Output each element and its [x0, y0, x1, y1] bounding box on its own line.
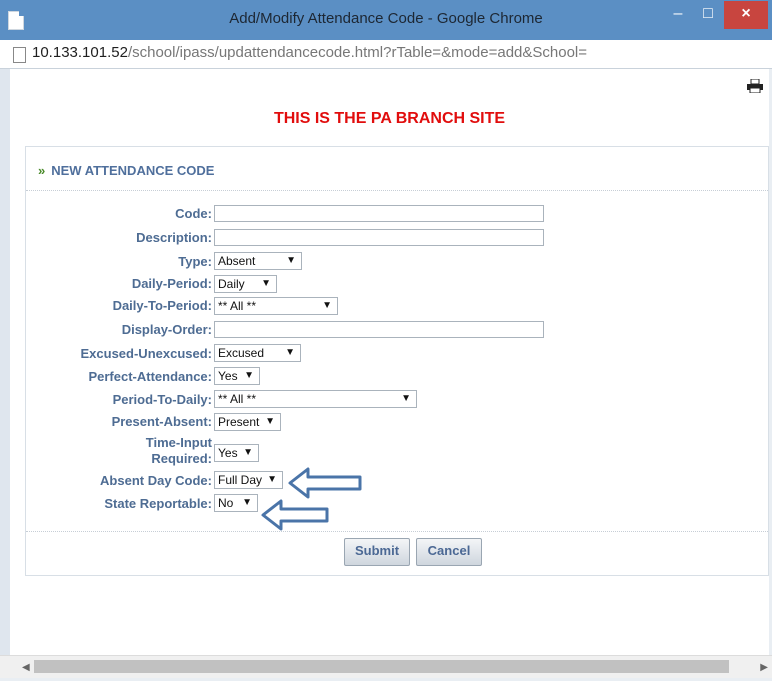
type-value: Absent — [218, 254, 256, 268]
daily-period-label: Daily-Period: — [131, 276, 212, 291]
description-label: Description: — [136, 230, 212, 245]
perfect-attendance-value: Yes — [218, 369, 238, 383]
daily-to-period-value: ** All ** — [218, 299, 257, 313]
address-bar[interactable]: 10.133.101.52/school/ipass/updattendance… — [0, 40, 772, 69]
page-icon — [13, 47, 26, 63]
chevron-down-icon: ▼ — [261, 278, 271, 289]
type-select[interactable]: Absent ▼ — [214, 252, 302, 270]
page-viewport: THIS IS THE PA BRANCH SITE » NEW ATTENDAN… — [10, 69, 769, 655]
window-title: Add/Modify Attendance Code - Google Chro… — [229, 10, 543, 27]
daily-to-period-select[interactable]: ** All ** ▼ — [214, 297, 338, 315]
perfect-attendance-select[interactable]: Yes ▼ — [214, 367, 260, 385]
url-path: /school/ipass/updattendancecode.html?rTa… — [127, 44, 588, 61]
site-banner: THIS IS THE PA BRANCH SITE — [273, 110, 506, 127]
present-absent-value: Present — [218, 415, 260, 429]
period-to-daily-label: Period-To-Daily: — [112, 392, 212, 407]
code-label: Code: — [175, 206, 212, 221]
horizontal-scrollbar[interactable]: ◀ ▶ — [0, 655, 772, 678]
time-input-required-value: Yes — [218, 446, 238, 460]
chevron-down-icon: ▼ — [242, 497, 252, 508]
excused-unexcused-label: Excused-Unexcused: — [80, 346, 213, 361]
time-input-required-select[interactable]: Yes ▼ — [214, 444, 259, 462]
scrollbar-thumb[interactable] — [34, 660, 729, 673]
present-absent-label: Present-Absent: — [111, 414, 212, 429]
excused-unexcused-select[interactable]: Excused ▼ — [214, 344, 301, 362]
maximize-button[interactable]: □ — [694, 1, 722, 29]
chevron-down-icon: ▼ — [322, 300, 332, 311]
chevron-down-icon: ▼ — [243, 447, 253, 458]
time-input-required-label: Time-Input Required: — [26, 435, 212, 467]
type-label: Type: — [178, 254, 212, 269]
excused-unexcused-value: Excused — [218, 346, 265, 360]
close-button[interactable]: × — [724, 1, 768, 29]
display-order-input[interactable] — [214, 321, 544, 338]
submit-button[interactable]: Submit — [344, 538, 410, 566]
present-absent-select[interactable]: Present ▼ — [214, 413, 281, 431]
url-text[interactable]: 10.133.101.52/school/ipass/updattendance… — [32, 44, 587, 61]
description-input[interactable] — [214, 229, 544, 246]
chevron-down-icon: ▼ — [286, 255, 296, 266]
chevron-down-icon: ▼ — [401, 393, 411, 404]
chevron-down-icon: ▼ — [285, 347, 295, 358]
annotation-arrow-absent-day-code — [288, 467, 362, 499]
daily-period-value: Daily — [218, 277, 245, 291]
time-input-label-line1: Time-Input — [145, 435, 212, 450]
print-icon[interactable] — [747, 79, 763, 93]
daily-period-select[interactable]: Daily ▼ — [214, 275, 277, 293]
double-chevron-icon: » — [38, 163, 46, 178]
url-host: 10.133.101.52 — [32, 44, 128, 61]
minimize-button[interactable]: ‒ — [664, 1, 692, 29]
period-to-daily-select[interactable]: ** All ** ▼ — [214, 390, 417, 408]
cancel-button[interactable]: Cancel — [416, 538, 482, 566]
period-to-daily-value: ** All ** — [218, 392, 257, 406]
daily-to-period-label: Daily-To-Period: — [112, 298, 212, 313]
chevron-down-icon: ▼ — [244, 370, 254, 381]
display-order-label: Display-Order: — [121, 322, 212, 337]
annotation-arrow-state-reportable — [261, 499, 329, 531]
absent-day-code-select[interactable]: Full Day ▼ — [214, 471, 283, 489]
scroll-left-arrow-icon[interactable]: ◀ — [22, 662, 30, 673]
time-input-label-line2: Required: — [151, 451, 212, 466]
panel-title: » NEW ATTENDANCE CODE — [38, 163, 214, 178]
state-reportable-label: State Reportable: — [104, 496, 212, 511]
absent-day-code-value: Full Day — [218, 473, 263, 487]
code-input[interactable] — [214, 205, 544, 222]
perfect-attendance-label: Perfect-Attendance: — [88, 369, 212, 384]
state-reportable-select[interactable]: No ▼ — [214, 494, 258, 512]
attendance-code-panel: » NEW ATTENDANCE CODE Code: Description: … — [25, 146, 769, 576]
chevron-down-icon: ▼ — [267, 474, 277, 485]
state-reportable-value: No — [218, 496, 234, 510]
panel-title-text: NEW ATTENDANCE CODE — [51, 163, 215, 178]
chevron-down-icon: ▼ — [265, 416, 275, 427]
scroll-right-arrow-icon[interactable]: ▶ — [760, 662, 768, 673]
divider — [26, 190, 768, 191]
absent-day-code-label: Absent Day Code: — [100, 473, 212, 488]
divider — [26, 531, 768, 532]
background-window-strip — [0, 69, 10, 669]
window-titlebar: Add/Modify Attendance Code - Google Chro… — [0, 0, 772, 41]
